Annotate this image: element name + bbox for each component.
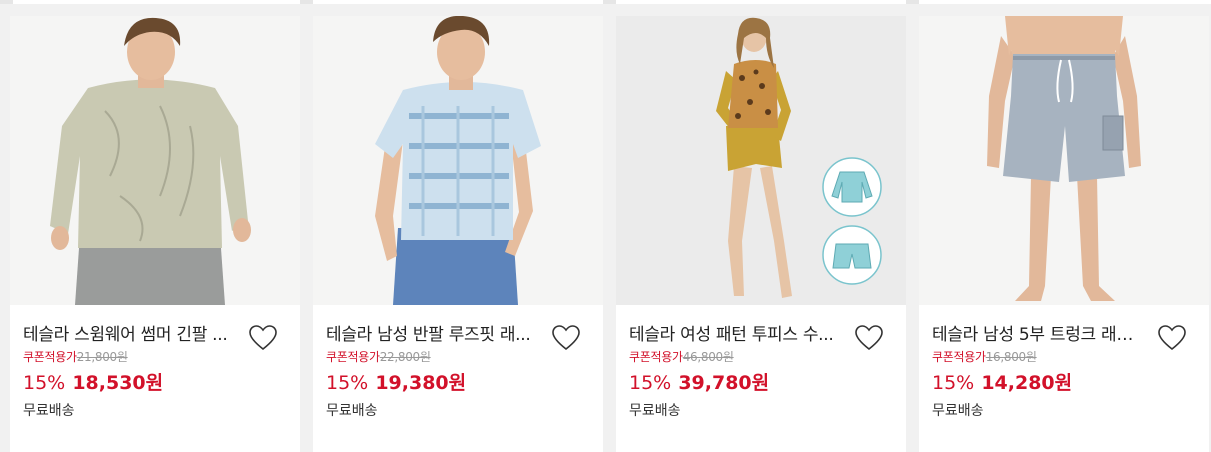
product-title[interactable]: 테슬라 남성 5부 트렁크 래쉬... [932,320,1144,345]
original-price: 16,800원 [985,350,1037,364]
coupon-label: 쿠폰적용가 [326,350,380,364]
original-price: 46,800원 [682,350,734,364]
heart-icon[interactable] [854,324,884,352]
shipping-info: 무료배송 [932,403,984,419]
sale-price-row: 15% 14,280원 [932,368,1072,395]
coupon-price-row: 쿠폰적용가16,800원 [932,348,1037,365]
shipping-info: 무료배송 [326,403,378,419]
product-title[interactable]: 테슬라 여성 패턴 투피스 수... [629,320,841,345]
sale-price: 39,780원 [678,372,770,394]
heart-icon[interactable] [1157,324,1187,352]
discount-rate: 15% [932,372,975,394]
coupon-price-row: 쿠폰적용가22,800원 [326,348,431,365]
original-price: 22,800원 [379,350,431,364]
coupon-price-row: 쿠폰적용가46,800원 [629,348,734,365]
discount-rate: 15% [326,372,369,394]
discount-rate: 15% [629,372,672,394]
sale-price-row: 15% 39,780원 [629,368,769,395]
product-image[interactable] [616,16,906,305]
sale-price: 14,280원 [981,372,1073,394]
row-gap [906,0,919,4]
sale-price-row: 15% 19,380원 [326,368,466,395]
product-card[interactable]: 테슬라 여성 패턴 투피스 수... 쿠폰적용가46,800원 15% 39,7… [616,16,906,452]
original-price: 21,800원 [76,350,128,364]
sale-price-row: 15% 18,530원 [23,368,163,395]
row-gap [300,0,313,4]
shipping-info: 무료배송 [23,403,75,419]
coupon-label: 쿠폰적용가 [23,350,77,364]
heart-icon[interactable] [248,324,278,352]
product-title[interactable]: 테슬라 남성 반팔 루즈핏 래... [326,320,538,345]
product-card[interactable]: 테슬라 스윔웨어 썸머 긴팔 ... 쿠폰적용가21,800원 15% 18,5… [10,16,300,452]
heart-icon[interactable] [551,324,581,352]
sale-price: 19,380원 [375,372,467,394]
product-card[interactable]: 테슬라 남성 5부 트렁크 래쉬... 쿠폰적용가16,800원 15% 14,… [919,16,1209,452]
product-image[interactable] [313,16,603,305]
discount-rate: 15% [23,372,66,394]
coupon-label: 쿠폰적용가 [932,350,986,364]
row-gap [0,0,13,4]
coupon-label: 쿠폰적용가 [629,350,683,364]
previous-row-edge [0,0,1211,4]
shipping-info: 무료배송 [629,403,681,419]
product-title[interactable]: 테슬라 스윔웨어 썸머 긴팔 ... [23,320,235,345]
coupon-price-row: 쿠폰적용가21,800원 [23,348,128,365]
product-image[interactable] [10,16,300,305]
product-card[interactable]: 테슬라 남성 반팔 루즈핏 래... 쿠폰적용가22,800원 15% 19,3… [313,16,603,452]
product-image[interactable] [919,16,1209,305]
row-gap [603,0,616,4]
sale-price: 18,530원 [72,372,164,394]
